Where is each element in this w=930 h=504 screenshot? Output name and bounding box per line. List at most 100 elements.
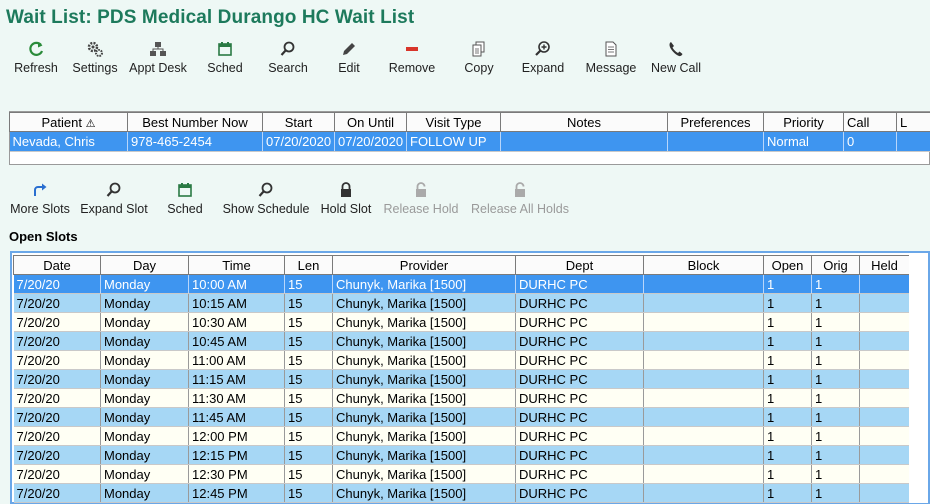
slot-row[interactable]: 7/20/20 Monday 12:00 PM 15 Chunyk, Marika [1… bbox=[13, 426, 910, 446]
cell-provider: Chunyk, Marika [1500] bbox=[332, 331, 516, 351]
cell-open: 1 bbox=[763, 483, 812, 503]
cell-time: 12:45 PM bbox=[188, 483, 285, 503]
col-held[interactable]: Held bbox=[859, 255, 910, 275]
col-priority[interactable]: Priority bbox=[763, 112, 844, 132]
cell-orig: 1 bbox=[811, 331, 860, 351]
cell-orig: 1 bbox=[811, 464, 860, 484]
cell-day: Monday bbox=[100, 274, 189, 294]
col-len[interactable]: Len bbox=[284, 255, 333, 275]
expand-slot-button[interactable]: Expand Slot bbox=[79, 181, 149, 219]
cell-time: 10:30 AM bbox=[188, 312, 285, 332]
cell-len: 15 bbox=[284, 350, 333, 370]
cell-open: 1 bbox=[763, 407, 812, 427]
slot-row[interactable]: 7/20/20 Monday 12:30 PM 15 Chunyk, Marika [1… bbox=[13, 464, 910, 484]
slot-row[interactable]: 7/20/20 Monday 10:15 AM 15 Chunyk, Marika [1… bbox=[13, 293, 910, 313]
hold-slot-button[interactable]: Hold Slot bbox=[318, 181, 374, 219]
slot-row[interactable]: 7/20/20 Monday 12:45 PM 15 Chunyk, Marika [1… bbox=[13, 483, 910, 503]
release-all-holds-button[interactable]: Release All Holds bbox=[469, 181, 571, 219]
cell-len: 15 bbox=[284, 312, 333, 332]
col-orig[interactable]: Orig bbox=[811, 255, 860, 275]
phone-icon bbox=[648, 40, 704, 60]
cell-orig: 1 bbox=[811, 388, 860, 408]
cell-len: 15 bbox=[284, 445, 333, 465]
cell-len: 15 bbox=[284, 483, 333, 503]
slot-row[interactable]: 7/20/20 Monday 12:15 PM 15 Chunyk, Marika [1… bbox=[13, 445, 910, 465]
settings-button[interactable]: Settings bbox=[71, 40, 119, 78]
slot-row[interactable]: 7/20/20 Monday 11:30 AM 15 Chunyk, Marika [1… bbox=[13, 388, 910, 408]
show-schedule-button[interactable]: Show Schedule bbox=[221, 181, 311, 219]
cell-time: 11:45 AM bbox=[188, 407, 285, 427]
col-open[interactable]: Open bbox=[763, 255, 812, 275]
more-slots-label: More Slots bbox=[10, 202, 70, 216]
col-provider[interactable]: Provider bbox=[332, 255, 516, 275]
col-on-until[interactable]: On Until bbox=[334, 112, 407, 132]
lock-icon bbox=[318, 181, 374, 201]
cell-block bbox=[643, 464, 764, 484]
col-visit-type[interactable]: Visit Type bbox=[406, 112, 501, 132]
col-notes[interactable]: Notes bbox=[500, 112, 668, 132]
waitlist-header-row: Patient ⚠ Best Number Now Start On Until… bbox=[9, 112, 930, 132]
cell-day: Monday bbox=[100, 483, 189, 503]
hold-slot-label: Hold Slot bbox=[320, 202, 372, 216]
refresh-button[interactable]: Refresh bbox=[12, 40, 60, 78]
col-l[interactable]: L bbox=[896, 112, 930, 132]
cell-time: 10:00 AM bbox=[188, 274, 285, 294]
cell-time: 11:00 AM bbox=[188, 350, 285, 370]
slot-row[interactable]: 7/20/20 Monday 11:45 AM 15 Chunyk, Marika [1… bbox=[13, 407, 910, 427]
slot-row[interactable]: 7/20/20 Monday 10:45 AM 15 Chunyk, Marika [1… bbox=[13, 331, 910, 351]
col-best-number[interactable]: Best Number Now bbox=[127, 112, 263, 132]
col-start[interactable]: Start bbox=[262, 112, 335, 132]
col-block[interactable]: Block bbox=[643, 255, 764, 275]
open-slots-heading: Open Slots bbox=[9, 229, 78, 244]
message-label: Message bbox=[585, 61, 637, 75]
cell-provider: Chunyk, Marika [1500] bbox=[332, 293, 516, 313]
release-hold-button[interactable]: Release Hold bbox=[381, 181, 461, 219]
cell-open: 1 bbox=[763, 293, 812, 313]
copy-label: Copy bbox=[464, 61, 494, 75]
edit-button[interactable]: Edit bbox=[332, 40, 366, 78]
cell-day: Monday bbox=[100, 445, 189, 465]
waitlist-row[interactable]: Nevada, Chris 978-465-2454 07/20/2020 07… bbox=[9, 131, 930, 152]
slot-row[interactable]: 7/20/20 Monday 11:00 AM 15 Chunyk, Marika [1… bbox=[13, 350, 910, 370]
refresh-label: Refresh bbox=[14, 61, 58, 75]
col-day[interactable]: Day bbox=[100, 255, 189, 275]
more-slots-button[interactable]: More Slots bbox=[9, 181, 71, 219]
unlock-icon bbox=[469, 181, 571, 201]
slot-row[interactable]: 7/20/20 Monday 10:00 AM 15 Chunyk, Marika [1… bbox=[13, 274, 910, 294]
col-call[interactable]: Call bbox=[843, 112, 897, 132]
col-dept[interactable]: Dept bbox=[515, 255, 644, 275]
unlock-icon bbox=[381, 181, 461, 201]
remove-button[interactable]: Remove bbox=[384, 40, 440, 78]
cell-held bbox=[859, 369, 910, 389]
new-call-button[interactable]: New Call bbox=[648, 40, 704, 78]
cell-time: 12:15 PM bbox=[188, 445, 285, 465]
message-button[interactable]: Message bbox=[583, 40, 639, 78]
cell-day: Monday bbox=[100, 350, 189, 370]
cell-day: Monday bbox=[100, 312, 189, 332]
slot-sched-button[interactable]: Sched bbox=[164, 181, 206, 219]
cell-dept: DURHC PC bbox=[515, 426, 644, 446]
cell-dept: DURHC PC bbox=[515, 407, 644, 427]
cell-held bbox=[859, 388, 910, 408]
slot-row[interactable]: 7/20/20 Monday 10:30 AM 15 Chunyk, Marika [1… bbox=[13, 312, 910, 332]
sched-button[interactable]: Sched bbox=[202, 40, 248, 78]
calendar-icon bbox=[164, 181, 206, 201]
search-button[interactable]: Search bbox=[264, 40, 312, 78]
cell-block bbox=[643, 369, 764, 389]
cell-time: 12:00 PM bbox=[188, 426, 285, 446]
hierarchy-icon bbox=[127, 40, 189, 60]
cell-open: 1 bbox=[763, 331, 812, 351]
col-patient[interactable]: Patient ⚠ bbox=[9, 112, 128, 132]
cell-orig: 1 bbox=[811, 369, 860, 389]
col-preferences[interactable]: Preferences bbox=[667, 112, 764, 132]
col-time[interactable]: Time bbox=[188, 255, 285, 275]
expand-button[interactable]: Expand bbox=[518, 40, 568, 78]
waitlist-table: Patient ⚠ Best Number Now Start On Until… bbox=[9, 112, 930, 152]
slot-row[interactable]: 7/20/20 Monday 11:15 AM 15 Chunyk, Marika [1… bbox=[13, 369, 910, 389]
copy-button[interactable]: Copy bbox=[460, 40, 498, 78]
cell-provider: Chunyk, Marika [1500] bbox=[332, 464, 516, 484]
cell-dept: DURHC PC bbox=[515, 331, 644, 351]
cell-dept: DURHC PC bbox=[515, 483, 644, 503]
appt-desk-button[interactable]: Appt Desk bbox=[127, 40, 189, 78]
col-date[interactable]: Date bbox=[13, 255, 101, 275]
